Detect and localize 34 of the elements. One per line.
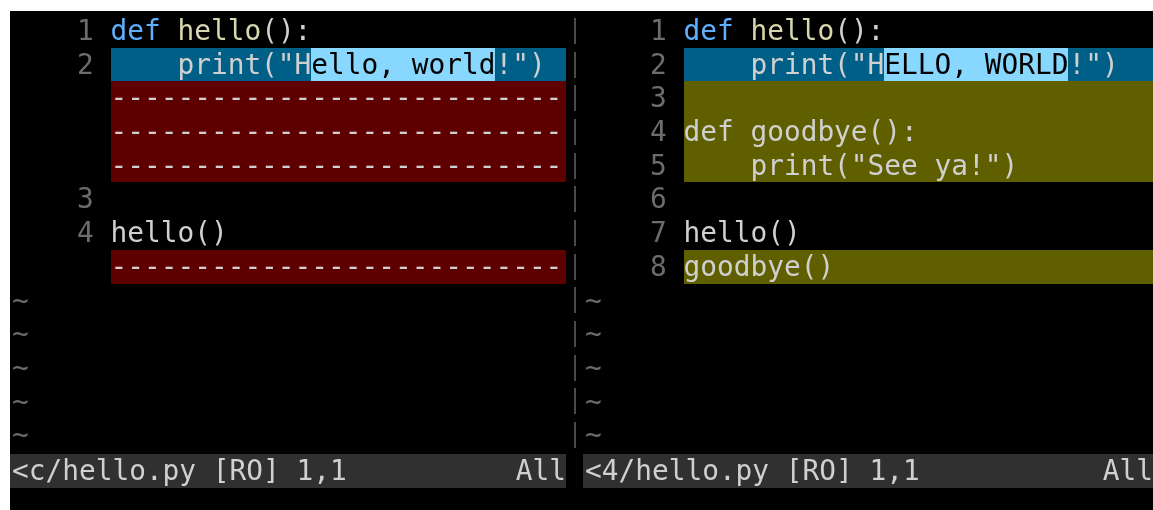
line-number: 3 [77,182,94,217]
code-line: def hello(): [110,14,313,48]
file-status: <4/hello.py [RO] 1,1 [585,454,920,488]
code-line: hello() [683,216,802,250]
line-number: 1 [77,14,94,48]
deleted-filler: --------------------------- [110,249,566,284]
deleted-filler: --------------------------- [110,148,566,183]
line-number: 6 [650,182,667,217]
deleted-filler: --------------------------- [110,81,566,116]
tilde-marker: ~ [584,384,602,419]
line-number: 2 [650,47,667,82]
line-number: 5 [650,148,667,183]
line-number: 4 [77,216,94,250]
tilde-marker: ~ [11,283,29,318]
line-number: 1 [650,14,667,48]
scroll-position: All [515,454,566,488]
tilde-marker: ~ [11,418,29,452]
tilde-marker: ~ [584,350,602,385]
tilde-marker: ~ [584,418,602,452]
code-line: def hello(): [683,14,886,48]
line-number: 4 [650,115,667,149]
tilde-marker: ~ [11,350,29,385]
line-number: 8 [650,249,667,284]
code-line: hello() [110,216,229,250]
line-number: 3 [650,81,667,116]
tilde-marker: ~ [584,283,602,318]
line-number: 2 [77,47,94,82]
file-status: <c/hello.py [RO] 1,1 [12,454,347,488]
tilde-marker: ~ [11,317,29,351]
tilde-marker: ~ [584,317,602,351]
tilde-marker: ~ [11,384,29,419]
deleted-filler: --------------------------- [110,115,566,149]
scroll-position: All [1102,454,1153,488]
line-number: 7 [650,216,667,250]
